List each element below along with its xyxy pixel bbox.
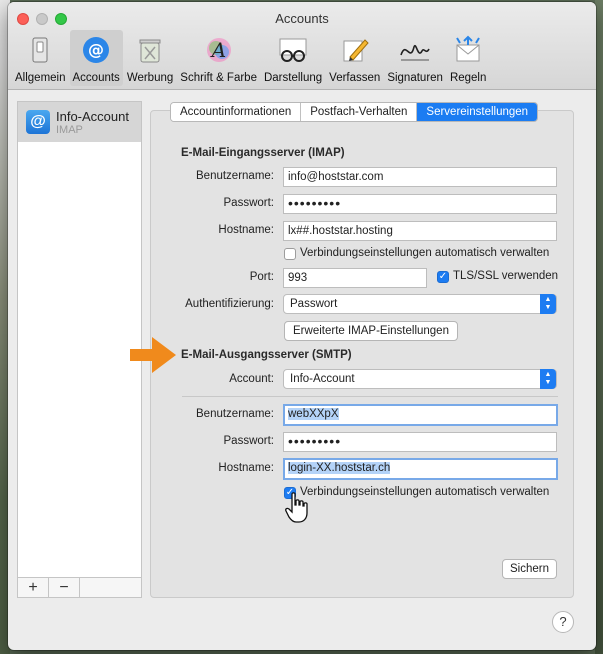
imap-auto-connect-label: Verbindungseinstellungen automatisch ver…	[300, 247, 550, 259]
tab-accountinformationen[interactable]: Accountinformationen	[171, 103, 302, 121]
accounts-list[interactable]: @ Info-Account IMAP + −	[17, 101, 142, 598]
svg-text:@: @	[88, 40, 104, 59]
desktop-background-right	[595, 0, 603, 654]
imap-port-field[interactable]: 993	[283, 268, 427, 288]
account-name: Info-Account	[56, 108, 129, 124]
smtp-auto-connect-label: Verbindungseinstellungen automatisch ver…	[300, 486, 550, 498]
divider	[182, 396, 558, 397]
smtp-hostname-value: login-XX.hoststar.ch	[288, 462, 391, 474]
trash-icon	[133, 33, 167, 67]
smtp-account-label: Account:	[229, 373, 274, 385]
tab-postfach-verhalten[interactable]: Postfach-Verhalten	[301, 103, 418, 121]
toolbar-label: Verfassen	[329, 72, 381, 84]
titlebar: Accounts Allgemein @ Accounts Werbung A …	[8, 2, 596, 90]
toolbar-schrift-farbe[interactable]: A Schrift & Farbe	[177, 30, 260, 86]
smtp-hostname-label: Hostname:	[218, 462, 274, 474]
smtp-username-label: Benutzername:	[196, 408, 274, 420]
help-button[interactable]: ?	[552, 611, 574, 633]
toolbar: Allgemein @ Accounts Werbung A Schrift &…	[12, 30, 490, 86]
tls-label: TLS/SSL verwenden	[453, 270, 559, 282]
hand-cursor-icon	[285, 492, 308, 523]
tab-bar: Accountinformationen Postfach-Verhalten …	[170, 102, 539, 122]
list-controls: + −	[18, 577, 141, 597]
toolbar-label: Schrift & Farbe	[180, 72, 257, 84]
svg-text:A: A	[209, 38, 225, 62]
smtp-heading: E-Mail-Ausgangsserver (SMTP)	[181, 349, 352, 361]
imap-port-label: Port:	[249, 271, 274, 283]
imap-auth-select[interactable]: Passwort ▲ ▼	[283, 294, 557, 314]
chevron-updown-icon: ▲ ▼	[540, 369, 556, 389]
arrow-icon	[130, 337, 176, 373]
imap-username-field[interactable]: info@hoststar.com	[283, 167, 557, 187]
toolbar-regeln[interactable]: Regeln	[447, 30, 489, 86]
toolbar-allgemein[interactable]: Allgemein	[12, 30, 69, 86]
at-icon: @	[26, 110, 50, 134]
imap-password-label: Passwort:	[223, 197, 275, 209]
smtp-username-value: webXXpX	[288, 408, 339, 420]
glasses-icon	[276, 33, 310, 67]
imap-auth-label: Authentifizierung:	[185, 298, 274, 310]
font-color-icon: A	[202, 33, 236, 67]
signature-icon	[398, 33, 432, 67]
toolbar-accounts[interactable]: @ Accounts	[69, 30, 123, 86]
account-list-item[interactable]: @ Info-Account IMAP	[18, 102, 141, 142]
toolbar-verfassen[interactable]: Verfassen	[326, 30, 383, 86]
chevron-updown-icon: ▲ ▼	[540, 294, 556, 314]
advanced-imap-settings-button[interactable]: Erweiterte IMAP-Einstellungen	[284, 321, 458, 341]
toolbar-label: Werbung	[126, 72, 174, 84]
imap-auth-value: Passwort	[290, 298, 338, 310]
rules-icon	[451, 33, 485, 67]
imap-hostname-label: Hostname:	[218, 224, 274, 236]
at-icon: @	[79, 33, 113, 67]
pencil-icon	[338, 33, 372, 67]
imap-password-field[interactable]: •••••••••	[283, 194, 557, 214]
smtp-password-field[interactable]: •••••••••	[283, 432, 557, 452]
toolbar-darstellung[interactable]: Darstellung	[261, 30, 325, 86]
imap-auto-connect-checkbox[interactable]	[284, 248, 296, 260]
smtp-username-field[interactable]: webXXpX	[283, 404, 558, 426]
tab-servereinstellungen[interactable]: Servereinstellungen	[417, 103, 538, 121]
save-button[interactable]: Sichern	[502, 559, 557, 579]
toolbar-signaturen[interactable]: Signaturen	[384, 30, 446, 86]
window-title: Accounts	[275, 11, 329, 26]
smtp-account-select[interactable]: Info-Account ▲ ▼	[283, 369, 557, 389]
toolbar-label: Darstellung	[263, 72, 323, 84]
smtp-password-label: Passwort:	[223, 435, 275, 447]
imap-username-label: Benutzername:	[196, 170, 274, 182]
imap-heading: E-Mail-Eingangsserver (IMAP)	[181, 147, 345, 159]
toolbar-label: Accounts	[72, 72, 120, 84]
tls-checkbox[interactable]: ✓	[437, 271, 449, 283]
remove-account-button[interactable]: −	[49, 578, 80, 597]
account-type: IMAP	[56, 123, 83, 136]
toolbar-label: Allgemein	[15, 72, 66, 84]
toolbar-werbung[interactable]: Werbung	[124, 30, 176, 86]
smtp-hostname-field[interactable]: login-XX.hoststar.ch	[283, 458, 558, 480]
smtp-account-value: Info-Account	[290, 373, 355, 385]
switch-icon	[23, 33, 57, 67]
imap-hostname-field[interactable]: lx##.hoststar.hosting	[283, 221, 557, 241]
add-account-button[interactable]: +	[18, 578, 49, 597]
toolbar-label: Signaturen	[387, 72, 443, 84]
toolbar-label: Regeln	[449, 72, 487, 84]
